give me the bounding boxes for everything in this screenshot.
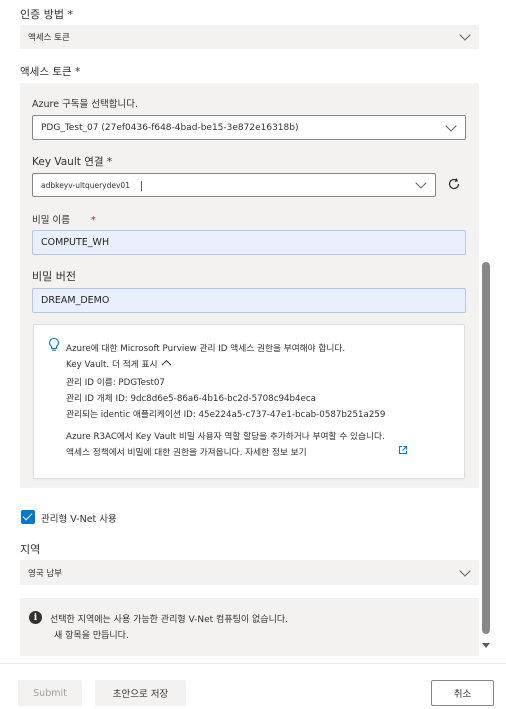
managed-vnet-label: 관리형 V-Net 사용 — [41, 514, 117, 525]
auth-method-dropdown[interactable]: 액세스 토큰 — [20, 25, 479, 49]
managed-identity-object-id: 관리 ID 개체 ID: 9dc8d6e5-86a6-4b16-bc2d-570… — [66, 394, 317, 404]
region-warning-box: i 선택한 지역에는 사용 가능한 관리형 V-Net 컴퓨팅이 없습니다. 새… — [20, 598, 479, 656]
scrollbar-thumb[interactable] — [482, 262, 490, 634]
show-less-link[interactable]: Key Vault. 더 적게 표시 — [66, 357, 172, 370]
chevron-down-icon — [459, 29, 471, 41]
warning-text-line2: 새 항목을 만듭니다. — [54, 631, 129, 641]
chevron-down-icon — [459, 564, 471, 577]
secret-name-input[interactable]: COMPUTE_WH — [32, 230, 466, 255]
managed-vnet-checkbox[interactable] — [21, 510, 35, 524]
auth-method-label: 인증 방법 * — [20, 8, 73, 21]
text-cursor — [141, 181, 142, 191]
cancel-button[interactable]: 취소 — [431, 680, 494, 706]
info-text-line6: Azure R3AC에서 Key Vault 비밀 사용자 역할 할당을 추가하… — [66, 432, 385, 442]
warning-text-line1: 선택한 지역에는 사용 가능한 관리형 V-Net 컴퓨팅이 없습니다. — [50, 615, 289, 625]
submit-button[interactable]: Submit — [18, 680, 82, 706]
secret-name-value: COMPUTE_WH — [41, 237, 110, 248]
secret-version-value: DREAM_DEMO — [41, 295, 110, 306]
secret-version-input[interactable]: DREAM_DEMO — [32, 288, 466, 313]
footer-bar: Submit 초안으로 저장 취소 — [0, 663, 506, 709]
subscription-dropdown[interactable]: PDG_Test_07 (27ef0436-f648-4bad-be15-3e8… — [32, 115, 466, 140]
region-label: 지역 — [20, 543, 41, 556]
keyvault-value: adbkeyv-ultquerydev01 — [41, 180, 130, 190]
info-text-line1: Azure에 대한 Microsoft Purview 관리 ID 액세스 권한… — [66, 344, 346, 354]
chevron-down-icon — [415, 177, 427, 189]
lightbulb-icon — [47, 337, 61, 353]
save-draft-button[interactable]: 초안으로 저장 — [95, 680, 186, 706]
info-icon: i — [29, 611, 42, 624]
external-link-icon[interactable] — [398, 445, 408, 455]
secret-name-text: 비밀 이름 — [32, 215, 70, 226]
refresh-icon[interactable] — [446, 176, 462, 192]
required-asterisk: * — [91, 215, 96, 226]
scroll-down-arrow-icon[interactable] — [482, 643, 490, 648]
region-value: 영국 남부 — [28, 568, 62, 579]
secret-version-label: 비밀 버전 — [32, 270, 76, 283]
managed-identity-name: 관리 ID 이름: PDGTest07 — [66, 378, 165, 388]
info-text-line2: Key Vault. 더 적게 표시 — [66, 360, 158, 370]
learn-more-link[interactable]: 액세스 정책에서 비밀에 대한 권한을 가져옵니다. 자세한 정보 보기 — [66, 445, 307, 458]
access-token-label: 액세스 토큰 * — [20, 66, 81, 78]
managed-identity-app-id: 관리되는 identic 애플리케이션 ID: 45e224a5-c737-47… — [66, 410, 386, 420]
subscription-value: PDG_Test_07 (27ef0436-f648-4bad-be15-3e8… — [41, 122, 299, 133]
checkmark-icon — [22, 510, 33, 521]
subscription-label: Azure 구독을 선택합니다. — [32, 99, 139, 110]
keyvault-dropdown[interactable]: adbkeyv-ultquerydev01 — [32, 173, 436, 197]
keyvault-label: Key Vault 연결 * — [32, 156, 113, 168]
chevron-down-icon — [445, 119, 457, 132]
secret-name-label: 비밀 이름 * — [32, 212, 96, 226]
region-dropdown[interactable]: 영국 남부 — [20, 560, 479, 585]
managed-identity-info-card: Azure에 대한 Microsoft Purview 관리 ID 액세스 권한… — [33, 324, 465, 479]
auth-method-value: 액세스 토큰 — [28, 33, 70, 43]
chevron-up-icon — [161, 359, 172, 370]
